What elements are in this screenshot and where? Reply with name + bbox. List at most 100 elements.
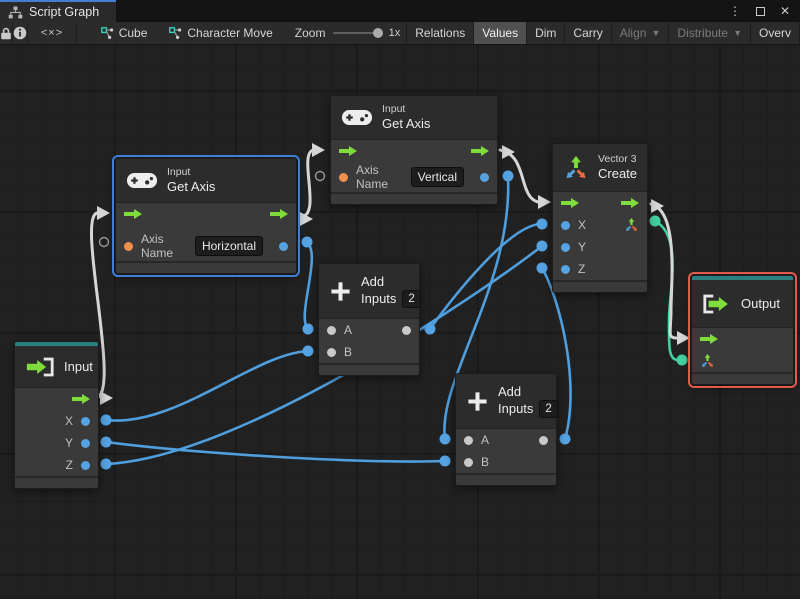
vector3-result-port[interactable] xyxy=(624,217,639,233)
kebab-menu-icon[interactable]: ⋮ xyxy=(729,5,741,17)
gamepad-icon xyxy=(341,107,373,128)
node-category: Input xyxy=(382,102,406,115)
node-title: Get Axis xyxy=(167,178,216,194)
axis-name-field[interactable]: Vertical xyxy=(410,167,464,187)
flow-out-port[interactable] xyxy=(270,209,288,219)
input-port-b[interactable] xyxy=(464,457,473,467)
flow-in-port[interactable] xyxy=(124,209,142,219)
flow-row xyxy=(331,140,497,162)
align-dropdown[interactable]: Align ▼ xyxy=(612,22,670,44)
graph-breadcrumb-label: Character Move xyxy=(187,26,273,40)
node-get-axis-horizontal[interactable]: Input Get Axis Axis Name Horizontal xyxy=(112,155,300,277)
wire-flow-horizontal-to-vertical[interactable] xyxy=(299,148,315,219)
node-vector3-create[interactable]: Vector 3 Create X Y Z xyxy=(552,143,648,293)
chevron-down-icon: ▼ xyxy=(651,28,661,38)
flow-out-port[interactable] xyxy=(471,146,489,156)
graph-canvas[interactable]: Input X Y Z Input Get Axis Axis Name Hor… xyxy=(0,45,800,599)
close-icon[interactable]: ✕ xyxy=(780,5,790,17)
node-title: Output xyxy=(741,296,781,311)
sum-port[interactable] xyxy=(539,435,548,445)
result-port[interactable] xyxy=(480,172,489,182)
input-port-a[interactable] xyxy=(327,325,336,335)
flow-in-port[interactable] xyxy=(339,146,357,156)
node-output-event[interactable]: Output xyxy=(688,272,797,388)
wire-endpoint xyxy=(424,323,436,335)
axis-name-port[interactable] xyxy=(339,172,348,182)
inputs-count-field[interactable]: 2 xyxy=(402,290,421,309)
lock-icon xyxy=(0,27,12,40)
input-port-z[interactable] xyxy=(561,264,570,274)
port-row-b: B xyxy=(319,341,419,363)
node-get-axis-vertical[interactable]: Input Get Axis Axis Name Vertical xyxy=(330,95,498,205)
value-port-z[interactable] xyxy=(81,460,90,470)
input-port-y[interactable] xyxy=(561,242,570,252)
input-port-a[interactable] xyxy=(464,435,473,445)
flow-out-port[interactable] xyxy=(621,198,639,208)
relations-button[interactable]: Relations xyxy=(406,22,475,44)
node-title: Add xyxy=(498,383,522,399)
node-input-event[interactable]: Input X Y Z xyxy=(14,341,99,489)
lock-button[interactable] xyxy=(0,22,14,44)
axis-name-port[interactable] xyxy=(124,241,133,251)
zoom-value: 1x xyxy=(388,27,401,39)
flow-out-row xyxy=(15,388,98,410)
flow-arrow-endpoint xyxy=(312,143,325,157)
vector3-input-port[interactable] xyxy=(700,353,715,369)
graph-toolbar: <×> Cube Character Move Zoom 1x Relation… xyxy=(0,22,800,45)
inputs-count-field[interactable]: 2 xyxy=(539,400,558,419)
wire-endpoint xyxy=(502,170,514,182)
window-controls: ⋮ ✕ xyxy=(729,0,800,22)
graph-breadcrumb-character-move[interactable]: Character Move xyxy=(169,22,273,44)
wire-endpoint xyxy=(302,345,314,357)
value-port-y[interactable] xyxy=(81,438,90,448)
align-label: Align xyxy=(619,26,647,40)
node-title: Get Axis xyxy=(382,115,431,131)
sum-port[interactable] xyxy=(402,325,411,335)
zoom-slider[interactable] xyxy=(333,28,383,38)
input-port-x[interactable] xyxy=(561,220,570,230)
tab-script-graph[interactable]: Script Graph xyxy=(0,0,116,22)
node-header: Input xyxy=(15,346,98,388)
zoom-label: Zoom xyxy=(294,26,326,40)
wire-endpoint xyxy=(439,455,451,467)
port-row-z: Z xyxy=(15,454,98,476)
overview-button[interactable]: Overv xyxy=(751,22,800,44)
plus-icon xyxy=(466,390,489,413)
port-label: Z xyxy=(578,262,586,276)
node-title: Add xyxy=(361,273,385,289)
graph-breadcrumb-cube[interactable]: Cube xyxy=(100,22,148,44)
node-add-1[interactable]: Add Inputs 2 A B xyxy=(318,263,421,376)
flow-arrow-endpoint xyxy=(97,206,110,220)
inputs-label: Inputs xyxy=(361,291,397,306)
flow-in-port[interactable] xyxy=(700,334,718,344)
flow-row xyxy=(116,203,296,225)
wire-endpoint xyxy=(302,323,314,335)
wire-horizontal-result-to-add1-a[interactable] xyxy=(303,240,314,331)
carry-button[interactable]: Carry xyxy=(565,22,612,44)
input-port-b[interactable] xyxy=(327,347,336,357)
code-view-button[interactable]: <×> xyxy=(28,22,77,44)
result-port[interactable] xyxy=(279,241,288,251)
unconnected-port-indicator xyxy=(98,236,110,248)
flow-out-port[interactable] xyxy=(72,394,90,404)
plus-icon xyxy=(329,280,352,303)
node-footer xyxy=(456,473,556,485)
dim-button[interactable]: Dim xyxy=(527,22,566,44)
port-label: X xyxy=(578,218,587,232)
node-category: Input xyxy=(167,165,191,178)
node-header: Input Get Axis xyxy=(116,159,296,203)
wire-endpoint xyxy=(100,436,112,448)
values-button[interactable]: Values xyxy=(474,22,528,44)
distribute-dropdown[interactable]: Distribute ▼ xyxy=(669,22,751,44)
axis-name-field[interactable]: Horizontal xyxy=(194,236,263,256)
info-button[interactable] xyxy=(13,22,29,44)
zoom-slider-handle[interactable] xyxy=(372,28,383,38)
flow-arrow-endpoint xyxy=(100,391,113,405)
value-port-x[interactable] xyxy=(81,416,90,426)
graph-breadcrumb-label: Cube xyxy=(118,26,148,40)
node-add-2[interactable]: Add Inputs 2 A B xyxy=(455,373,558,486)
flow-in-port[interactable] xyxy=(561,198,579,208)
node-footer xyxy=(116,261,296,273)
wire-input-y-to-add2-b[interactable] xyxy=(104,440,447,463)
maximize-icon[interactable] xyxy=(755,6,765,16)
